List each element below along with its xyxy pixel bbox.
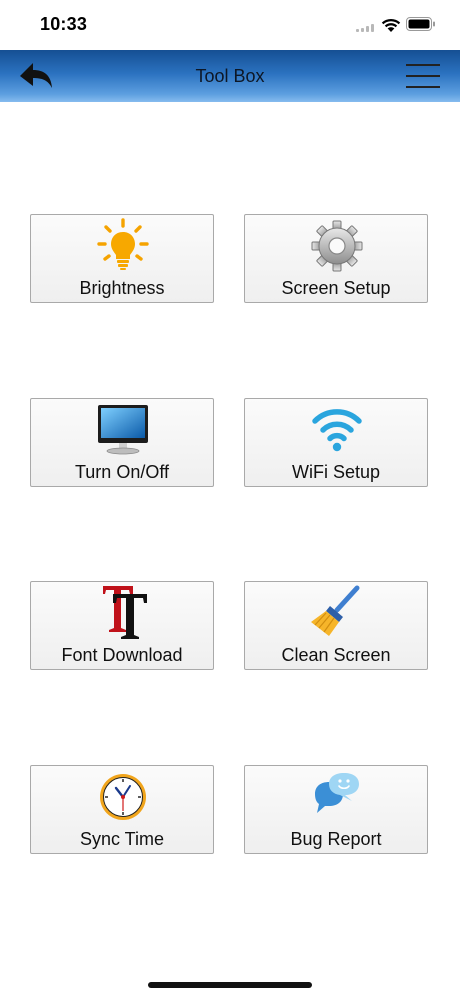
font-download-button[interactable]: Font Download: [30, 581, 214, 670]
battery-icon: [406, 17, 435, 31]
font-download-label: Font Download: [61, 645, 183, 665]
brightness-label: Brightness: [79, 278, 165, 298]
hamburger-menu-icon[interactable]: [406, 62, 440, 90]
lightbulb-icon: [97, 218, 149, 270]
bug-report-label: Bug Report: [290, 829, 382, 849]
clean-screen-button[interactable]: Clean Screen: [244, 581, 428, 670]
cellular-signal-icon: [356, 24, 376, 32]
sync-time-label: Sync Time: [79, 829, 165, 849]
clock-icon: [100, 774, 146, 820]
status-bar: 10:33: [0, 0, 460, 50]
turn-on-off-button[interactable]: Turn On/Off: [30, 398, 214, 487]
turn-on-off-label: Turn On/Off: [74, 462, 170, 482]
wifi-setup-label: WiFi Setup: [291, 462, 381, 482]
page-title: Tool Box: [195, 66, 265, 86]
nav-bar: Tool Box: [0, 50, 460, 102]
clean-screen-label: Clean Screen: [281, 645, 391, 665]
screen-setup-button[interactable]: Screen Setup: [244, 214, 428, 303]
broom-icon: [311, 585, 360, 636]
font-icon: [103, 586, 147, 639]
wifi-icon: [312, 409, 362, 452]
sync-time-button[interactable]: Sync Time: [30, 765, 214, 854]
screen-setup-label: Screen Setup: [281, 278, 391, 298]
wifi-status-icon: [381, 18, 401, 32]
status-time: 10:33: [40, 14, 88, 34]
monitor-icon: [98, 405, 148, 455]
bug-report-button[interactable]: Bug Report: [244, 765, 428, 854]
wifi-setup-button[interactable]: WiFi Setup: [244, 398, 428, 487]
gear-icon: [311, 220, 363, 272]
brightness-button[interactable]: Brightness: [30, 214, 214, 303]
chat-bubble-icon: [315, 773, 359, 813]
home-indicator[interactable]: [148, 982, 312, 988]
